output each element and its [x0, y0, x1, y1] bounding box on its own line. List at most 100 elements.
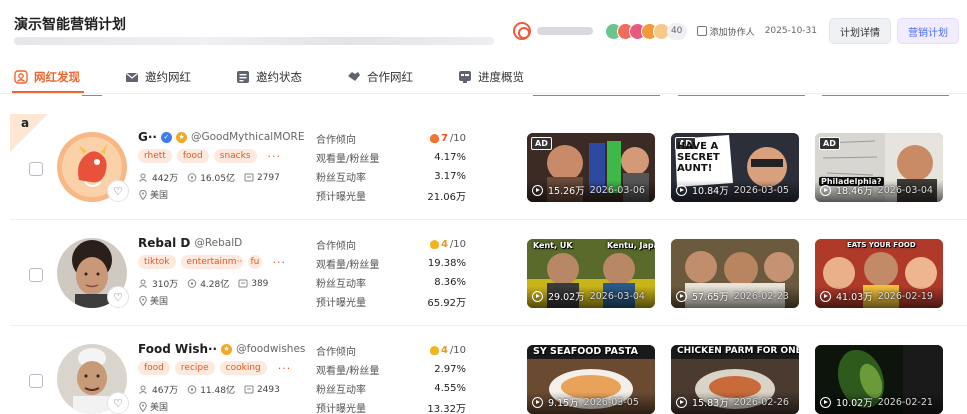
video-thumbnail[interactable]: Kent, UK Kentu, Japan 29.02万 2026-03-04: [527, 239, 655, 308]
play-icon: [820, 396, 831, 408]
video-views: 15.26万: [548, 186, 585, 197]
engagement-label: 粉丝互动率: [316, 385, 366, 396]
influencer-row[interactable]: ♡ Food Wish·· ★ @foodwishes food recipe …: [10, 326, 967, 414]
corner-badge-label: a: [21, 116, 30, 130]
more-tags-icon[interactable]: ···: [278, 362, 292, 375]
page-title: 演示智能营销计划: [14, 17, 126, 33]
tag: food: [138, 361, 170, 375]
video-thumbnail[interactable]: SY SEAFOOD PASTA 9.15万 2026-03-05: [527, 345, 655, 414]
tag: fu: [247, 255, 262, 269]
influencer-handle: @RebalD: [194, 237, 243, 249]
recent-videos: AD 15.26万 2026-03-06 AD HAVE A SECRET AUN…: [527, 133, 943, 202]
views-ratio-label: 观看量/粉丝量: [316, 154, 380, 165]
video-thumbnail[interactable]: CHICKEN PARM FOR ONE 15.83万 2026-02-26: [671, 345, 799, 414]
intent-score: 4/10: [429, 239, 466, 250]
metrics-panel: 合作倾向 4/10 观看量/粉丝量 19.38% 粉丝互动率 8.36% 预计曝光量…: [316, 235, 466, 311]
favorite-heart-icon[interactable]: ♡: [107, 392, 129, 414]
tab-partner-influencers[interactable]: 合作网红: [347, 60, 413, 94]
video-thumbnail[interactable]: AD 15.26万 2026-03-06: [527, 133, 655, 202]
engagement-value: 3.17%: [434, 171, 466, 182]
video-date: 2026-03-04: [589, 290, 645, 302]
more-tags-icon[interactable]: ···: [273, 256, 287, 269]
play-icon: [676, 184, 687, 196]
verified-badge-icon: ✓: [160, 131, 172, 143]
row-checkbox[interactable]: [29, 162, 43, 176]
tab-influencer-discovery[interactable]: 网红发现: [14, 60, 80, 94]
exposure-label: 预计曝光量: [316, 404, 366, 414]
play-icon: [676, 290, 687, 302]
influencer-row[interactable]: a ♡ G·· ✓ ★ @GoodMythicalMORE rhett food…: [10, 114, 967, 220]
influencer-name[interactable]: Food Wish··: [138, 342, 217, 356]
edit-icon: [696, 26, 707, 36]
play-icon: [532, 396, 543, 408]
video-thumbnail[interactable]: 10.02万 2026-02-21: [815, 345, 943, 414]
active-tab-indicator: [12, 91, 84, 93]
video-caption: CHICKEN PARM FOR ONE: [677, 346, 799, 356]
influencer-name[interactable]: Rebal D: [138, 236, 190, 250]
gold-badge-icon: ★: [175, 131, 187, 143]
video-views: 41.03万: [836, 292, 873, 303]
stats-line: 310万 4.28亿 389: [139, 277, 268, 290]
tag: cooking: [219, 361, 267, 375]
followers-stat: 442万: [139, 171, 178, 184]
play-icon: [532, 290, 543, 302]
video-date: 2026-02-23: [733, 290, 789, 302]
tab-invite-influencers[interactable]: 邀约网红: [125, 60, 191, 94]
add-collaborator-button[interactable]: 添加协作人: [696, 25, 755, 38]
play-icon: [820, 290, 831, 302]
influencer-name[interactable]: G··: [138, 130, 157, 144]
mail-icon: [126, 73, 138, 82]
video-count-icon: [244, 385, 254, 394]
favorite-heart-icon[interactable]: ♡: [107, 286, 129, 308]
metrics-panel: 合作倾向 7/10 观看量/粉丝量 4.17% 粉丝互动率 3.17% 预计曝光量 2…: [316, 129, 466, 205]
video-views: 15.83万: [692, 398, 729, 409]
location-pin-icon: [139, 189, 147, 200]
tab-progress-overview[interactable]: 进度概览: [458, 60, 524, 94]
views-ratio-label: 观看量/粉丝量: [316, 366, 380, 377]
intent-label: 合作倾向: [316, 135, 356, 146]
row-checkbox[interactable]: [29, 268, 43, 282]
video-thumbnail[interactable]: AD Philadelphia? 18.46万2026-03-04: [815, 133, 943, 202]
gold-badge-icon: ★: [221, 343, 233, 355]
influencer-handle: @GoodMythicalMORE: [190, 131, 305, 143]
location: 美国: [139, 400, 168, 413]
video-thumbnail[interactable]: AD HAVE A SECRET AUNT! 10.84万 2026-03-05: [671, 133, 799, 202]
ad-badge: AD: [819, 137, 840, 150]
followers-stat: 467万: [139, 383, 178, 396]
flame-icon: [429, 134, 439, 143]
video-count-icon: [244, 173, 254, 182]
video-date: 2026-03-06: [589, 184, 645, 196]
ad-badge: AD: [531, 137, 552, 150]
favorite-heart-icon[interactable]: ♡: [107, 180, 129, 202]
video-views: 57.65万: [692, 292, 729, 303]
video-thumbnail[interactable]: 57.65万 2026-02-23: [671, 239, 799, 308]
tab-bar: 网红发现 邀约网红 邀约状态 合作网红 进度概览: [0, 60, 967, 94]
views-stat: 11.48亿: [187, 383, 235, 396]
exposure-value: 13.32万: [427, 404, 466, 414]
tag-list: food recipe cooking ···: [138, 361, 291, 375]
video-thumbnail[interactable]: EATS YOUR FOOD 41.03万 2026-02-19: [815, 239, 943, 308]
video-date: 2026-02-26: [733, 396, 789, 408]
intent-label: 合作倾向: [316, 241, 356, 252]
marketing-plan-button[interactable]: 营销计划: [897, 18, 959, 44]
plan-detail-button[interactable]: 计划详情: [829, 18, 891, 44]
video-date: 2026-02-19: [877, 290, 933, 302]
collaborator-avatars[interactable]: 40: [604, 22, 687, 40]
video-caption-secondary: Kentu, Japan: [607, 241, 655, 250]
video-date: 2026-03-04: [877, 184, 933, 196]
tab-label: 网红发现: [34, 70, 80, 84]
video-count-stat: 2493: [244, 385, 280, 395]
views-ratio-value: 2.97%: [434, 364, 466, 375]
video-date: 2026-03-05: [583, 396, 639, 408]
video-caption: SY SEAFOOD PASTA: [533, 346, 638, 357]
tab-label: 邀约网红: [145, 70, 191, 84]
location: 美国: [139, 294, 168, 307]
video-views: 9.15万: [548, 398, 579, 409]
more-tags-icon[interactable]: ···: [268, 150, 282, 163]
influencer-row[interactable]: ♡ Rebal D @RebalD tiktok entertainm··· f…: [10, 220, 967, 326]
row-checkbox[interactable]: [29, 374, 43, 388]
tab-invite-status[interactable]: 邀约状态: [236, 60, 302, 94]
views-stat: 16.05亿: [187, 171, 235, 184]
followers-icon: [139, 173, 147, 182]
handshake-icon: [348, 72, 360, 81]
